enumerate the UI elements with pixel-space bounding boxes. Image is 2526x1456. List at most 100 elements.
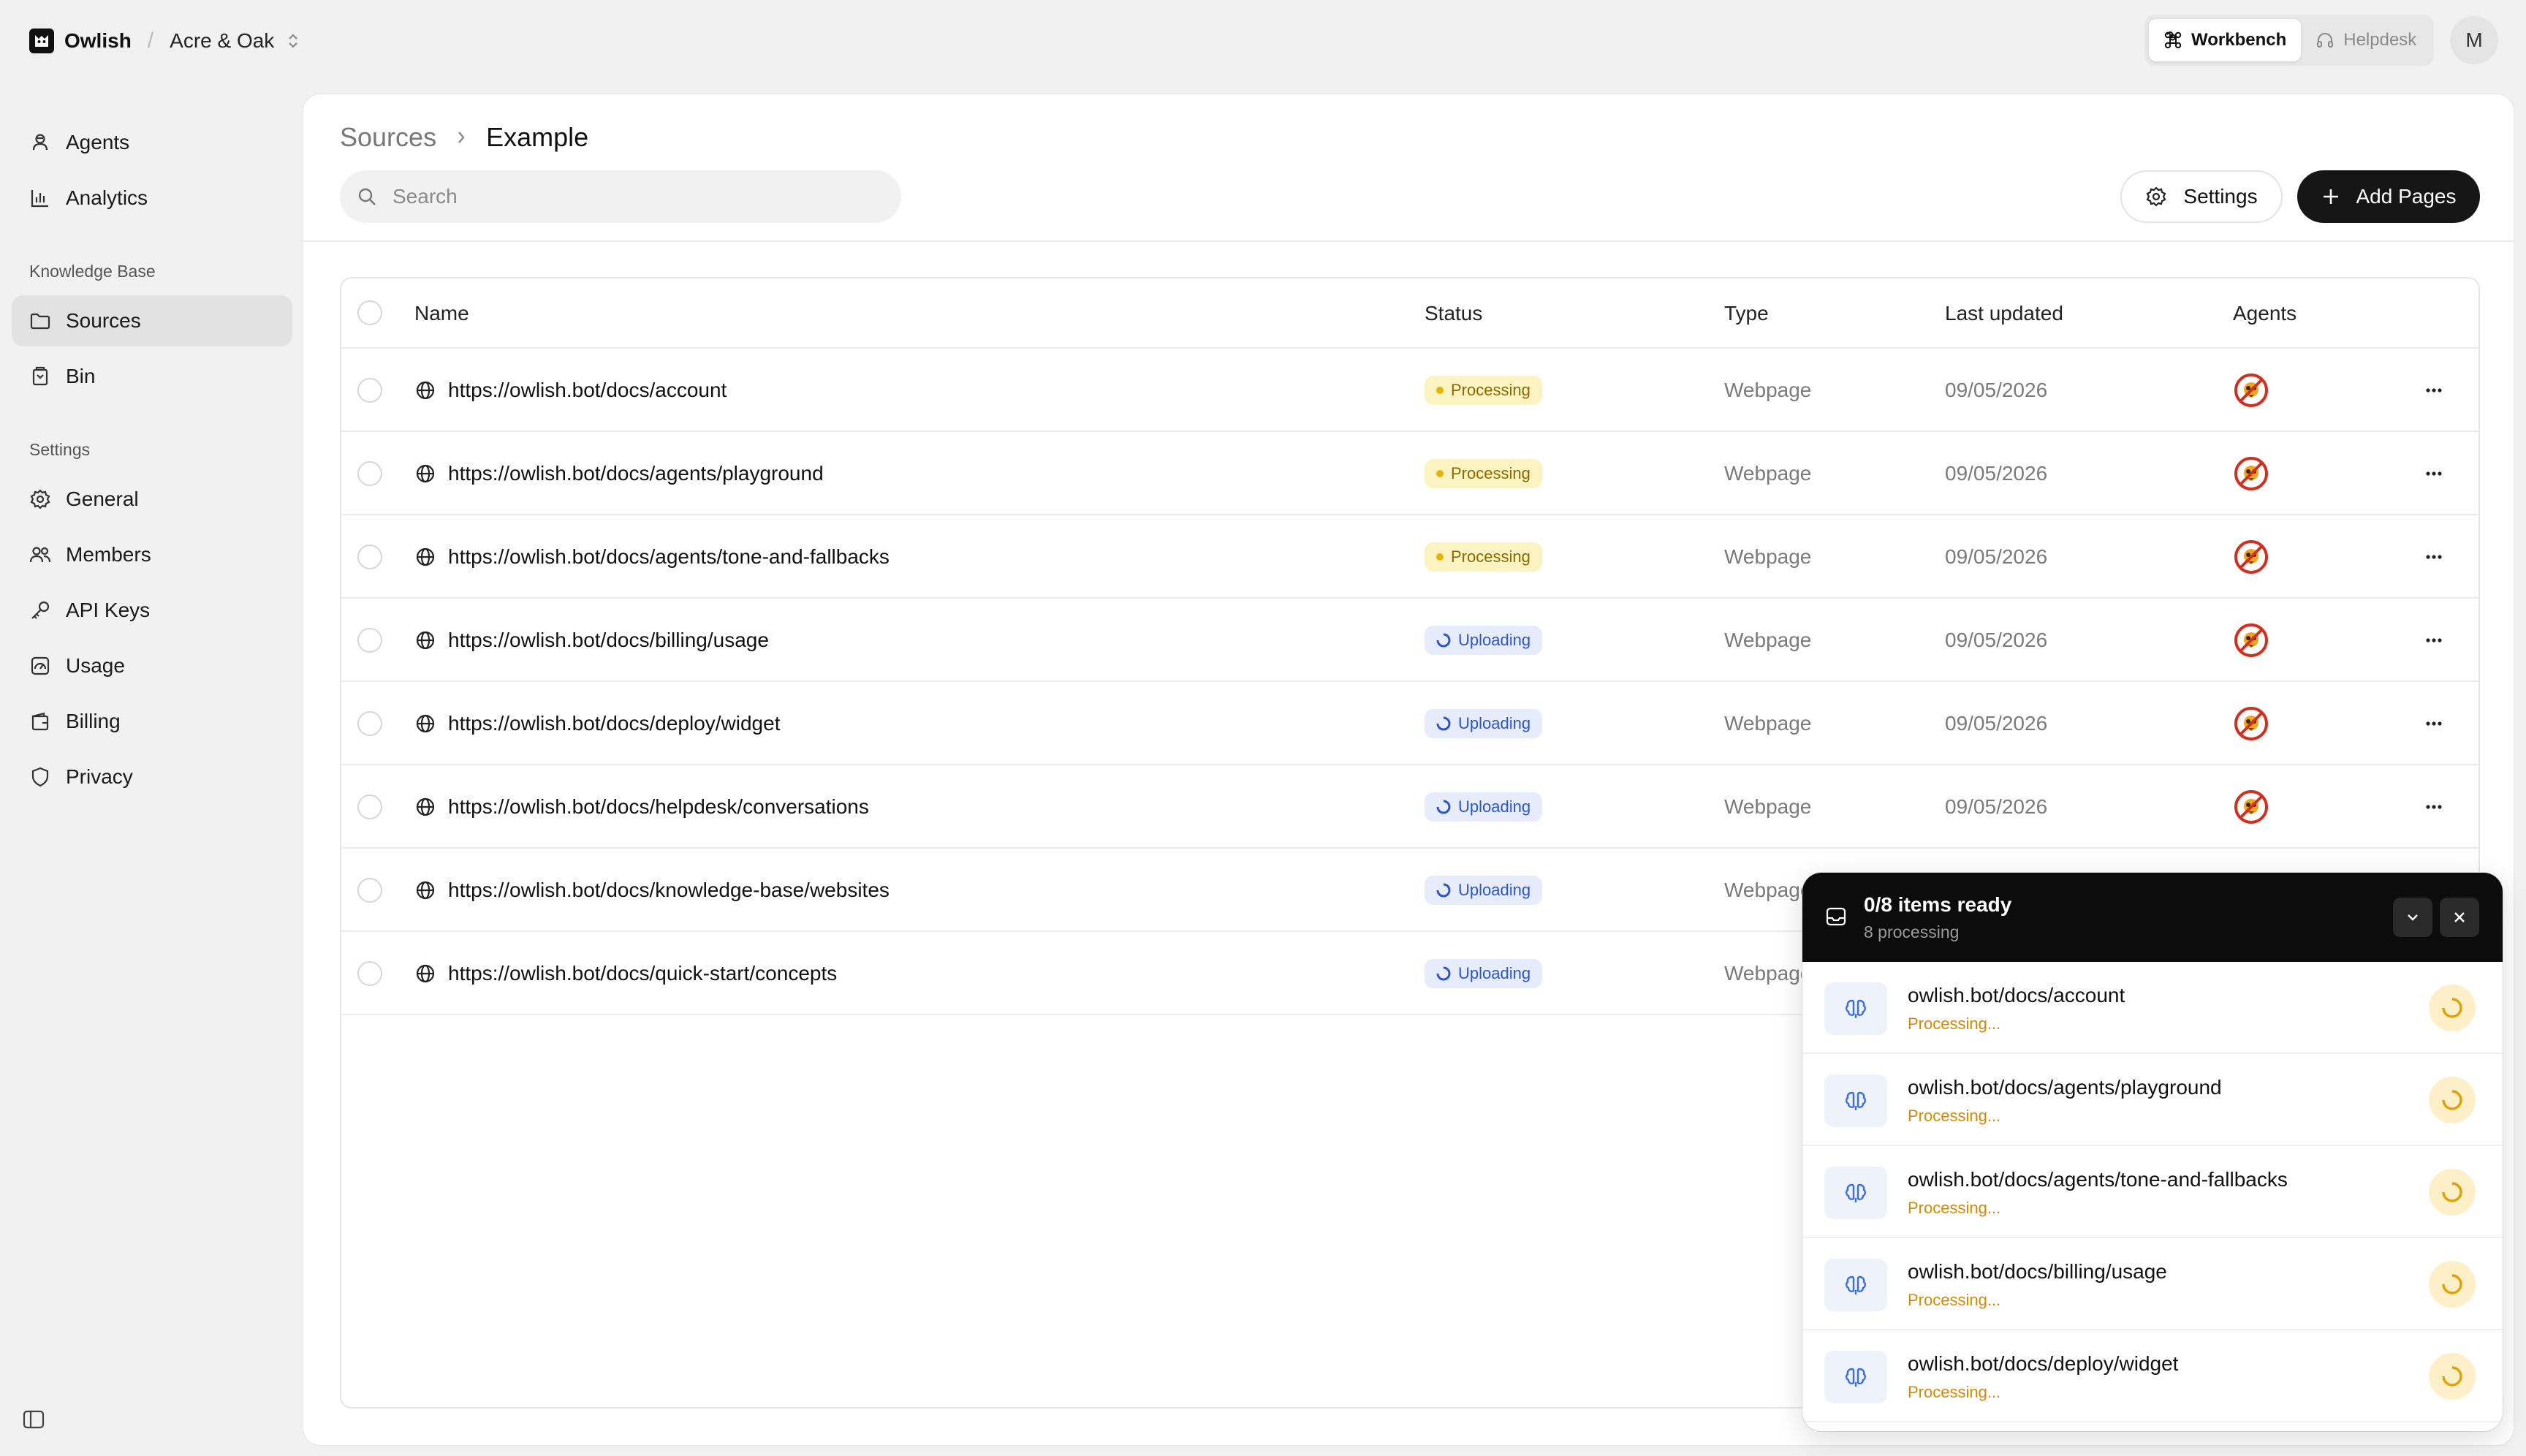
sidebar-item-bin[interactable]: Bin xyxy=(12,351,292,402)
source-url[interactable]: https://owlish.bot/docs/agents/tone-and-… xyxy=(448,545,890,569)
source-url[interactable]: https://owlish.bot/docs/helpdesk/convers… xyxy=(448,795,869,819)
upload-item[interactable]: owlish.bot/docs/account Processing... xyxy=(1802,962,2503,1054)
upload-panel-subtitle: 8 processing xyxy=(1864,922,1960,941)
source-url[interactable]: https://owlish.bot/docs/agents/playgroun… xyxy=(448,462,824,485)
select-all-checkbox[interactable] xyxy=(357,300,382,325)
row-actions-button[interactable] xyxy=(2423,682,2445,765)
source-thumbnail xyxy=(1824,982,1887,1035)
column-header-type[interactable]: Type xyxy=(1724,278,1769,349)
agent-avatar-icon[interactable] xyxy=(2233,705,2269,742)
row-name-cell: https://owlish.bot/docs/helpdesk/convers… xyxy=(414,765,869,849)
add-pages-button-label: Add Pages xyxy=(2356,185,2457,208)
upload-item-status: Processing... xyxy=(1908,1015,2001,1033)
globe-icon xyxy=(414,879,436,901)
agent-avatar-icon[interactable] xyxy=(2233,622,2269,659)
row-checkbox[interactable] xyxy=(357,378,382,403)
progress-spinner-icon xyxy=(2429,985,2476,1031)
sidebar-item-general[interactable]: General xyxy=(12,474,292,525)
owlish-logo-icon[interactable] xyxy=(29,29,54,53)
more-horizontal-icon xyxy=(2423,796,2445,818)
column-header-name[interactable]: Name xyxy=(414,278,469,349)
source-url[interactable]: https://owlish.bot/docs/account xyxy=(448,379,727,402)
sidebar-item-billing[interactable]: Billing xyxy=(12,696,292,747)
sidebar-item-usage[interactable]: Usage xyxy=(12,640,292,691)
table-row[interactable]: https://owlish.bot/docs/helpdesk/convers… xyxy=(341,765,2478,849)
row-name-cell: https://owlish.bot/docs/quick-start/conc… xyxy=(414,932,837,1015)
column-header-status[interactable]: Status xyxy=(1425,278,1482,349)
source-type: Webpage xyxy=(1724,795,1812,818)
upload-panel-title: 0/8 items ready xyxy=(1864,893,2012,916)
row-checkbox[interactable] xyxy=(357,628,382,653)
table-row[interactable]: https://owlish.bot/docs/agents/tone-and-… xyxy=(341,515,2478,599)
row-checkbox[interactable] xyxy=(357,795,382,819)
upload-item[interactable]: owlish.bot/docs/billing/usage Processing.… xyxy=(1802,1238,2503,1330)
agent-avatar-icon[interactable] xyxy=(2233,455,2269,492)
column-header-last-updated[interactable]: Last updated xyxy=(1945,278,2063,349)
chevron-up-down-icon[interactable] xyxy=(287,31,299,50)
table-row[interactable]: https://owlish.bot/docs/agents/playgroun… xyxy=(341,432,2478,515)
source-url[interactable]: https://owlish.bot/docs/billing/usage xyxy=(448,629,769,652)
search-input[interactable] xyxy=(392,185,860,208)
source-url[interactable]: https://owlish.bot/docs/deploy/widget xyxy=(448,712,780,735)
sidebar-item-api-keys[interactable]: API Keys xyxy=(12,585,292,636)
upload-item[interactable]: owlish.bot/docs/agents/tone-and-fallback… xyxy=(1802,1146,2503,1238)
globe-icon xyxy=(414,463,436,485)
user-avatar[interactable]: M xyxy=(2450,16,2498,64)
table-row[interactable]: https://owlish.bot/docs/account Processin… xyxy=(341,349,2478,432)
row-name-cell: https://owlish.bot/docs/agents/playgroun… xyxy=(414,432,824,515)
status-label: Processing xyxy=(1451,547,1531,566)
column-header-agents[interactable]: Agents xyxy=(2233,278,2296,349)
mode-workbench-button[interactable]: Workbench xyxy=(2149,19,2302,61)
agent-avatar-icon[interactable] xyxy=(2233,539,2269,575)
close-panel-button[interactable] xyxy=(2440,898,2479,937)
table-row[interactable]: https://owlish.bot/docs/billing/usage Upl… xyxy=(341,599,2478,682)
agent-avatar-icon[interactable] xyxy=(2233,372,2269,409)
table-row[interactable]: https://owlish.bot/docs/deploy/widget Upl… xyxy=(341,682,2478,765)
row-checkbox[interactable] xyxy=(357,878,382,903)
breadcrumb-sources-link[interactable]: Sources xyxy=(340,122,436,153)
more-horizontal-icon xyxy=(2423,713,2445,735)
source-url[interactable]: https://owlish.bot/docs/knowledge-base/w… xyxy=(448,879,890,902)
row-agents-cell xyxy=(2233,682,2269,765)
upload-item[interactable]: owlish.bot/docs/agents/playground Process… xyxy=(1802,1054,2503,1146)
sidebar-item-members[interactable]: Members xyxy=(12,529,292,580)
collapse-panel-button[interactable] xyxy=(2393,898,2432,937)
row-actions-button[interactable] xyxy=(2423,599,2445,682)
org-name[interactable]: Acre & Oak xyxy=(170,29,274,53)
row-checkbox[interactable] xyxy=(357,711,382,736)
status-badge: Processing xyxy=(1425,542,1542,572)
sidebar-item-label: Privacy xyxy=(66,765,133,788)
spinner-icon xyxy=(1436,633,1451,648)
row-actions-button[interactable] xyxy=(2423,432,2445,515)
row-checkbox[interactable] xyxy=(357,961,382,986)
row-checkbox[interactable] xyxy=(357,461,382,486)
row-agents-cell xyxy=(2233,515,2269,599)
row-actions-button[interactable] xyxy=(2423,515,2445,599)
breadcrumb: Sources Example xyxy=(340,122,588,153)
brain-icon xyxy=(1843,1365,1868,1389)
row-agents-cell xyxy=(2233,765,2269,849)
source-url[interactable]: https://owlish.bot/docs/quick-start/conc… xyxy=(448,962,837,985)
row-checkbox[interactable] xyxy=(357,545,382,569)
upload-item[interactable]: owlish.bot/docs/deploy/widget Processing.… xyxy=(1802,1330,2503,1422)
sidebar-item-agents[interactable]: Agents xyxy=(12,117,292,168)
mode-helpdesk-button[interactable]: Helpdesk xyxy=(2301,19,2431,61)
sidebar-item-label: Billing xyxy=(66,710,121,732)
sidebar-item-sources[interactable]: Sources xyxy=(12,295,292,346)
source-thumbnail xyxy=(1824,1074,1887,1127)
add-pages-button[interactable]: Add Pages xyxy=(2297,170,2480,223)
row-actions-button[interactable] xyxy=(2423,765,2445,849)
sidebar-item-analytics[interactable]: Analytics xyxy=(12,172,292,224)
globe-icon xyxy=(414,379,436,401)
folder-icon xyxy=(29,310,51,332)
row-status-cell: Uploading xyxy=(1425,765,1543,849)
status-badge: Uploading xyxy=(1425,709,1543,738)
sidebar-item-label: General xyxy=(66,488,139,510)
bar-chart-icon xyxy=(29,187,51,209)
row-status-cell: Uploading xyxy=(1425,932,1543,1015)
agent-avatar-icon[interactable] xyxy=(2233,789,2269,825)
row-actions-button[interactable] xyxy=(2423,349,2445,432)
settings-button[interactable]: Settings xyxy=(2120,170,2283,223)
sidebar-item-privacy[interactable]: Privacy xyxy=(12,751,292,803)
sidebar-toggle-icon[interactable] xyxy=(22,1409,45,1430)
